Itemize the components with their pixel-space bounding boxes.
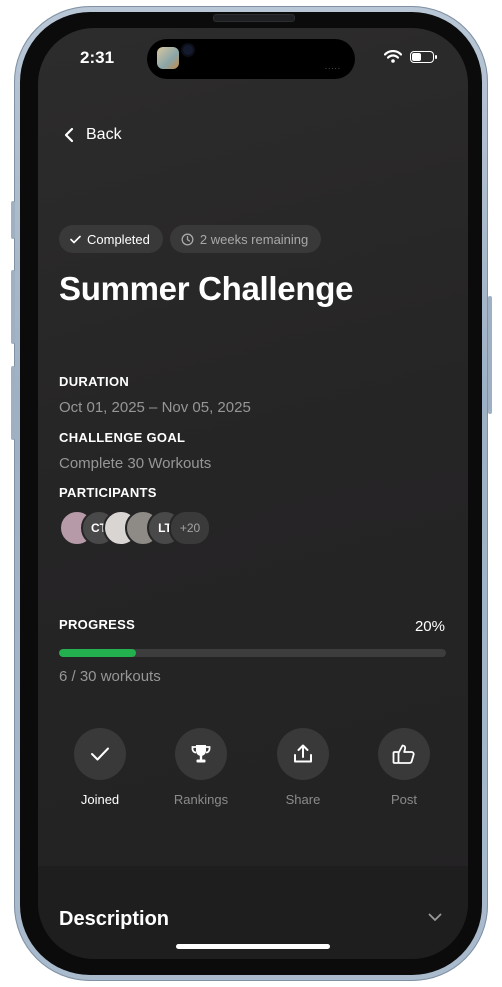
progress-percent: 20%: [414, 618, 445, 635]
challenge-title: Summer Challenge: [59, 270, 354, 307]
share-icon: [294, 744, 312, 763]
app-screen: ..... 2:31 Back Completed 2 weeks remain…: [38, 28, 468, 959]
trophy-icon: [191, 745, 211, 763]
time-remaining-label: 2 weeks remaining: [199, 231, 309, 247]
volume-down-button: [11, 366, 15, 440]
check-icon: [91, 747, 109, 761]
back-button[interactable]: Back: [64, 126, 122, 144]
post-label: Post: [390, 792, 417, 807]
volume-up-button: [11, 270, 15, 344]
joined-label: Joined: [80, 792, 120, 807]
share-button[interactable]: Share: [263, 728, 343, 807]
earpiece-speaker: [213, 14, 295, 22]
participants-label: PARTICIPANTS: [59, 485, 157, 500]
joined-button[interactable]: Joined: [60, 728, 140, 807]
goal-label: CHALLENGE GOAL: [59, 430, 186, 445]
progress-bar-fill: [59, 649, 137, 657]
rankings-button[interactable]: Rankings: [161, 728, 241, 807]
share-label: Share: [285, 792, 321, 807]
home-indicator[interactable]: [176, 944, 330, 949]
front-camera: [183, 45, 193, 55]
description-title: Description: [59, 908, 170, 930]
battery-icon: [410, 50, 437, 63]
thumbs-up-icon: [392, 744, 415, 764]
progress-count: 6 / 30 workouts: [59, 668, 161, 685]
more-participants-badge: +20: [169, 510, 211, 546]
clock-icon: [181, 233, 194, 245]
rankings-label: Rankings: [173, 792, 229, 807]
action-button: [11, 201, 15, 239]
duration-value: Oct 01, 2025 – Nov 05, 2025: [59, 399, 251, 416]
check-icon: [70, 235, 81, 243]
duration-label: DURATION: [59, 374, 130, 389]
back-label: Back: [86, 126, 122, 143]
goal-value: Complete 30 Workouts: [59, 455, 212, 472]
power-button: [488, 296, 492, 414]
island-indicator: .....: [324, 62, 341, 71]
chevron-down-icon[interactable]: [428, 913, 442, 922]
completed-badge: Completed: [59, 225, 163, 253]
live-activity-app-icon: [157, 47, 179, 69]
progress-bar: [59, 649, 446, 657]
chevron-left-icon: [64, 127, 74, 143]
status-icons: [384, 50, 437, 63]
time-remaining-badge: 2 weeks remaining: [169, 225, 322, 253]
post-button[interactable]: Post: [364, 728, 444, 807]
wifi-icon: [384, 50, 402, 63]
completed-label: Completed: [87, 231, 150, 247]
dynamic-island: .....: [147, 39, 355, 79]
progress-label: PROGRESS: [59, 617, 136, 632]
status-chips: Completed 2 weeks remaining: [59, 225, 322, 253]
status-time: 2:31: [80, 48, 115, 67]
